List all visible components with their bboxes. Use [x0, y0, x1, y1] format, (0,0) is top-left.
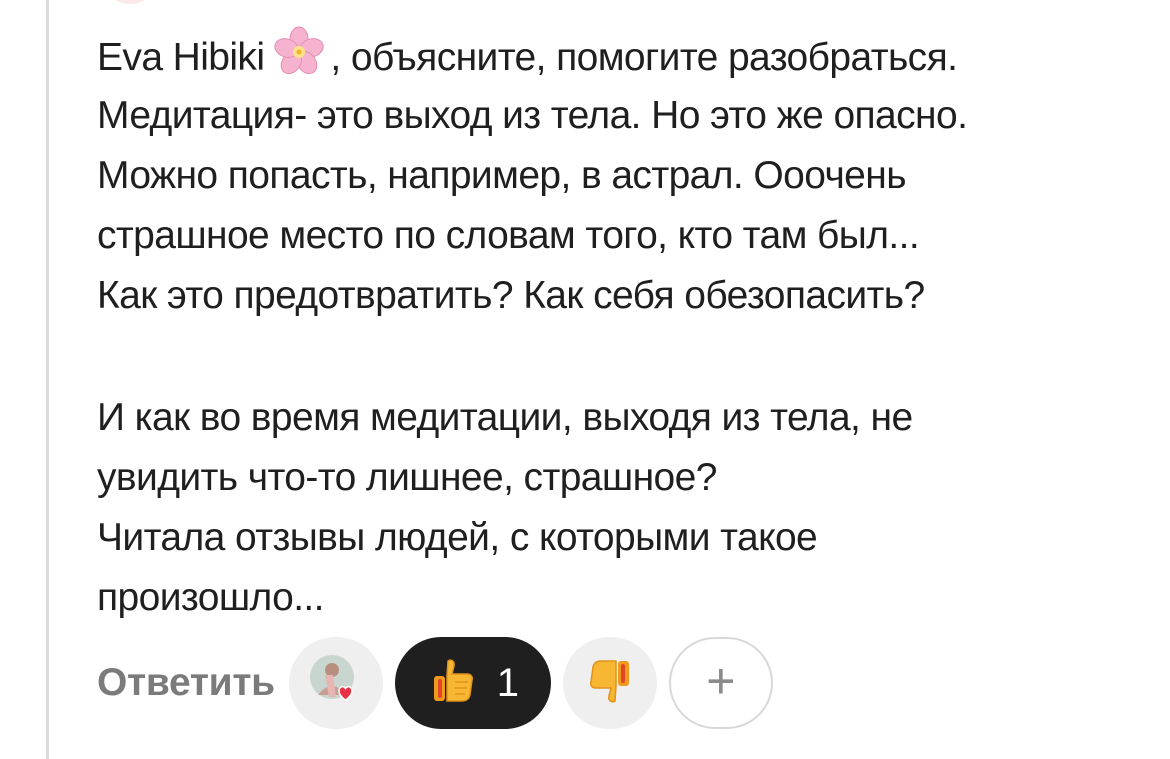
author-mention[interactable]: Eva Hibiki [97, 36, 265, 79]
like-count: 1 [496, 660, 519, 705]
comment-line-4: страшное место по словам того, кто там б… [97, 214, 920, 257]
cherry-blossom-icon [270, 26, 328, 78]
comment-line-2: Медитация- это выход из тела. Но это же … [97, 94, 968, 137]
plus-icon: + [706, 653, 736, 709]
comment-line-8: Читала отзывы людей, с которыми такое [97, 516, 818, 559]
comment-line-7: увидить что-то лишнее, страшное? [97, 456, 717, 499]
comment-text: , объясните, помогите разобраться. [330, 36, 958, 79]
comment-body: Eva Hibiki , объясните, помогите разобра… [97, 26, 1147, 628]
reply-button[interactable]: Ответить [97, 661, 275, 705]
comment-line-6: И как во время медитации, выходя из тела… [97, 396, 913, 439]
thumbs-down-icon [584, 655, 636, 712]
comment-actions: Ответить 1 + [97, 634, 785, 732]
comment-line-5: Как это предотвратить? Как себя обезопас… [97, 274, 925, 317]
like-reaction-button[interactable]: 1 [394, 637, 551, 729]
avatar-peek [100, 0, 160, 4]
comment-line-9: произошло... [97, 576, 325, 619]
thumbs-up-icon [427, 655, 479, 712]
dislike-reaction-button[interactable] [562, 637, 657, 729]
comment-line-3: Можно попасть, например, в астрал. Оооче… [97, 154, 907, 197]
reacted-users-button[interactable] [288, 637, 383, 729]
thread-line [46, 0, 49, 759]
comment-line-1: Eva Hibiki , объясните, помогите разобра… [97, 26, 1147, 86]
user-avatar-heart-icon [306, 651, 366, 716]
add-reaction-button[interactable]: + [668, 637, 773, 729]
